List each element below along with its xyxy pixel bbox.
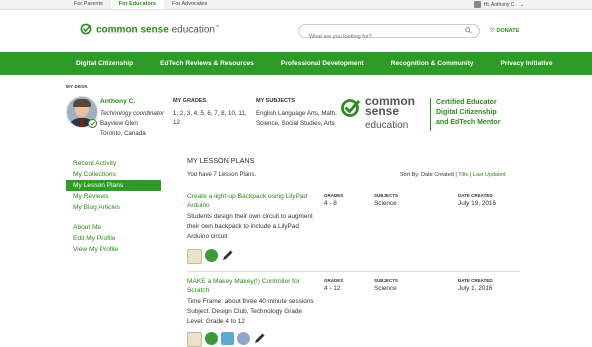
sidebar-item-view-profile[interactable]: View My Profile bbox=[66, 244, 161, 255]
lesson-date: July 1, 2016 bbox=[458, 285, 493, 292]
lesson-row: MAKE a Makey Makey(!) Controller for Scr… bbox=[187, 277, 520, 347]
lesson-title-link[interactable]: Create a light-up Backpack using LilyPad… bbox=[187, 192, 317, 210]
sidebar-item-about-me[interactable]: About Me bbox=[66, 222, 161, 233]
nav-privacy-initiative[interactable]: Privacy Initiative bbox=[500, 60, 552, 67]
sidebar-item-my-lesson-plans[interactable]: My Lesson Plans bbox=[66, 180, 161, 191]
cert-logo-text: common sense bbox=[365, 95, 415, 117]
nav-digital-citizenship[interactable]: Digital Citizenship bbox=[76, 60, 133, 67]
tab-for-advocates[interactable]: For Advocates bbox=[164, 0, 215, 9]
donate-link[interactable]: ♡ DONATE bbox=[490, 28, 519, 34]
sidebar-item-my-blog-articles[interactable]: My Blog Articles bbox=[66, 202, 161, 213]
nav-professional-development[interactable]: Professional Development bbox=[281, 60, 364, 67]
profile-role: Technology coordinator bbox=[100, 110, 165, 117]
grades-column-label: GRADES bbox=[324, 193, 344, 198]
date-column-label: DATE CREATED bbox=[458, 193, 493, 198]
lesson-badges bbox=[187, 332, 266, 347]
user-menu[interactable]: Hi, Anthony C. ⌄ bbox=[473, 0, 524, 9]
cert-logo-education: education bbox=[365, 120, 409, 131]
logo-bold: common sense bbox=[96, 24, 169, 36]
subjects-column-label: SUBJECTS bbox=[374, 278, 399, 283]
certification-title: Certified Educator Digital Citizenship a… bbox=[436, 98, 500, 128]
date-column-label: DATE CREATED bbox=[458, 278, 493, 283]
nav-edtech-reviews[interactable]: EdTech Reviews & Resources bbox=[160, 60, 254, 67]
lesson-subject: Science bbox=[374, 285, 397, 292]
donate-label: DONATE bbox=[496, 28, 520, 34]
screen-badge-icon bbox=[221, 332, 234, 345]
subjects-column-label: SUBJECTS bbox=[374, 193, 399, 198]
sort-label: Sort By: bbox=[400, 172, 420, 178]
certified-badge-icon bbox=[88, 119, 97, 128]
sidebar-item-my-reviews[interactable]: My Reviews bbox=[66, 191, 161, 202]
lesson-row: Create a light-up Backpack using LilyPad… bbox=[187, 192, 520, 270]
main-nav: Digital Citizenship EdTech Reviews & Res… bbox=[0, 52, 592, 75]
nav-recognition-community[interactable]: Recognition & Community bbox=[391, 60, 474, 67]
logo-light: education bbox=[171, 24, 215, 36]
tab-for-educators[interactable]: For Educators bbox=[110, 0, 165, 9]
search-box bbox=[298, 24, 480, 44]
lesson-grades: 4 - 8 bbox=[324, 200, 337, 207]
my-subjects-label: MY SUBJECTS bbox=[256, 98, 296, 104]
heart-icon: ♡ bbox=[490, 28, 495, 34]
sidebar-item-my-collections[interactable]: My Collections bbox=[66, 169, 161, 180]
site-logo[interactable]: common sense education™ bbox=[96, 24, 219, 35]
profile-city: Toronto, Canada bbox=[100, 130, 146, 137]
search-icon[interactable] bbox=[465, 27, 472, 34]
profile-name: Anthony C. bbox=[100, 98, 136, 105]
document-badge-icon bbox=[205, 249, 218, 262]
profile-school: Bayview Glen bbox=[100, 120, 138, 127]
checkmark-logo-icon bbox=[341, 99, 361, 117]
lesson-date: July 19, 2016 bbox=[458, 200, 497, 207]
sidebar: Recent Activity My Collections My Lesson… bbox=[66, 158, 161, 255]
my-desk-label: MY DESK bbox=[66, 84, 88, 89]
user-avatar-icon bbox=[473, 1, 481, 8]
cert-divider bbox=[430, 98, 431, 131]
logo-tm: ™ bbox=[214, 24, 219, 29]
pencil-icon bbox=[255, 333, 265, 343]
lesson-description: Students design their own circuit to aug… bbox=[187, 213, 313, 240]
student-avatar-icon bbox=[187, 249, 202, 264]
common-sense-logo-icon bbox=[80, 23, 92, 35]
pencil-icon bbox=[223, 250, 233, 260]
sort-last-updated-link[interactable]: Last Updated bbox=[473, 172, 506, 178]
cert-line-1: Certified Educator bbox=[436, 99, 497, 106]
lesson-title-link[interactable]: MAKE a Makey Makey(!) Controller for Scr… bbox=[187, 277, 317, 295]
certified-logo: common sense education bbox=[340, 95, 426, 134]
sort-title-link[interactable]: Title bbox=[458, 172, 468, 178]
lesson-subject: Science bbox=[374, 200, 397, 207]
my-subjects-value: English Language Arts, Math, Science, So… bbox=[256, 110, 337, 127]
globe-badge-icon bbox=[237, 332, 250, 345]
document-badge-icon bbox=[205, 332, 218, 345]
lesson-grades: 4 - 12 bbox=[324, 285, 341, 292]
my-grades-value: 1, 2, 3, 4, 5, 6, 7, 8, 10, 11, 12 bbox=[173, 110, 247, 126]
lesson-description: Time Frame: about three 40 minute sessio… bbox=[187, 298, 314, 325]
cert-line-2: Digital Citizenship bbox=[436, 109, 497, 116]
row-divider bbox=[187, 271, 520, 272]
student-avatar-icon bbox=[187, 332, 202, 347]
chevron-down-icon: ⌄ bbox=[519, 1, 524, 8]
sort-controls: Sort By: Date Created | Title | Last Upd… bbox=[400, 172, 506, 178]
sidebar-item-recent-activity[interactable]: Recent Activity bbox=[66, 158, 161, 169]
user-greeting: Hi, Anthony C. bbox=[483, 1, 516, 8]
tab-for-parents[interactable]: For Parents bbox=[66, 0, 111, 9]
my-grades-label: MY GRADES bbox=[173, 98, 207, 104]
audience-tabs: For Parents For Educators For Advocates bbox=[66, 0, 215, 9]
cert-line-3: and EdTech Mentor bbox=[436, 119, 501, 126]
search-input[interactable] bbox=[307, 30, 471, 44]
lesson-plans-count: You have 7 Lesson Plans. bbox=[187, 172, 257, 178]
sidebar-item-edit-profile[interactable]: Edit My Profile bbox=[66, 233, 161, 244]
lesson-plans-title: MY LESSON PLANS bbox=[187, 156, 255, 165]
lesson-badges bbox=[187, 249, 234, 264]
grades-column-label: GRADES bbox=[324, 278, 344, 283]
sort-date-created[interactable]: Date Created bbox=[421, 172, 454, 178]
